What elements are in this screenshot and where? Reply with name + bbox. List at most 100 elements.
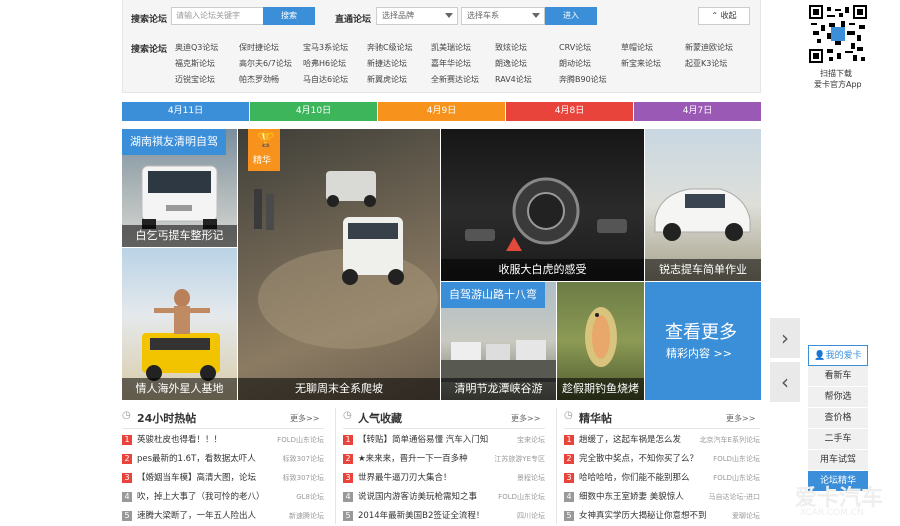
recommend-forum-link[interactable]: 奔腾B90论坛 (559, 72, 607, 87)
list-item-title[interactable]: 【转贴】简单通俗易懂 汽车入门知 (358, 435, 488, 445)
list-item-source[interactable]: 江苏旅游YE专区 (494, 450, 545, 469)
list-item-source[interactable]: GL8论坛 (296, 488, 324, 507)
list-item-title[interactable]: 说说国内游客访美玩枪需知之事 (358, 492, 477, 502)
list-item-title[interactable]: 完全散中奖点，不知你买了么？ (579, 454, 698, 464)
next-arrow-button[interactable]: › (770, 318, 800, 358)
view-more-tile[interactable]: 查看更多 精彩内容 >> (645, 282, 761, 400)
recommend-forum-link[interactable]: 起亚K3论坛 (685, 56, 727, 71)
date-tab[interactable]: 4月10日 (250, 102, 377, 121)
list-item-title[interactable]: 细数中东王室娇妻 美貌惊人 (579, 492, 684, 502)
recommend-forum-link[interactable]: 朗动论坛 (559, 56, 591, 71)
search-input[interactable]: 请输入论坛关键字 (171, 7, 264, 25)
list-item[interactable]: 4 吹，掉上大事了（我可怜的老八） GL8论坛 (122, 488, 324, 507)
list-item[interactable]: 3 哈哈哈哈，你们能不能别那么 FOLD山东论坛 (564, 469, 760, 488)
series-select[interactable]: 选择车系 (461, 7, 545, 25)
list-item-source[interactable]: FOLD山东论坛 (713, 469, 760, 488)
sidebar-item[interactable]: 帮你选 (808, 387, 868, 408)
enter-button[interactable]: 进入 (545, 7, 597, 25)
list-item[interactable]: 5 女神真实学历大揭秘让你意想不到 爱聊论坛 (564, 507, 760, 526)
recommend-forum-link[interactable]: 致炫论坛 (495, 40, 527, 55)
sidebar-item[interactable]: 用车试驾 (808, 450, 868, 471)
date-tab[interactable]: 4月9日 (378, 102, 505, 121)
recommend-forum-link[interactable]: 奥迪Q3论坛 (175, 40, 218, 55)
tile-caption: 清明节龙潭峡谷游 (441, 378, 556, 400)
recommend-forum-link[interactable]: RAV4论坛 (495, 72, 532, 87)
tile-car-console[interactable]: 收服大白虎的感受 (441, 129, 644, 281)
date-tab[interactable]: 4月8日 (506, 102, 633, 121)
list-item[interactable]: 5 速腾大梁断了，一年五人险出人 新速腾论坛 (122, 507, 324, 526)
more-link[interactable]: 更多>> (511, 413, 540, 424)
list-item[interactable]: 3 【婚姻当车模】高清大图，论坛 标致307论坛 (122, 469, 324, 488)
recommend-forum-link[interactable]: 新宝来论坛 (621, 56, 661, 71)
list-item-source[interactable]: 爱聊论坛 (732, 507, 760, 526)
recommend-forum-link[interactable]: 草帽论坛 (621, 40, 653, 55)
sidebar-item[interactable]: 看新车 (808, 366, 868, 387)
brand-select[interactable]: 选择品牌 (376, 7, 458, 25)
recommend-forum-link[interactable]: 迈锐宝论坛 (175, 72, 215, 87)
date-tab[interactable]: 4月11日 (122, 102, 249, 121)
recommend-forum-link[interactable]: 马自达6论坛 (303, 72, 348, 87)
recommend-forum-link[interactable]: 高尔夫6/7论坛 (239, 56, 292, 71)
recommend-forum-link[interactable]: 嘉年华论坛 (431, 56, 471, 71)
list-item-source[interactable]: 四川论坛 (517, 507, 545, 526)
recommend-forum-link[interactable]: CRV论坛 (559, 40, 591, 55)
list-item-source[interactable]: FOLD山东论坛 (498, 488, 545, 507)
sidebar-item[interactable]: 二手车 (808, 429, 868, 450)
recommend-forum-link[interactable]: 新蒙迪欧论坛 (685, 40, 733, 55)
tile-offroad-climb[interactable]: 🏆 精华 无聊周末全系爬坡 (238, 129, 440, 400)
recommend-forum-link[interactable]: 朗逸论坛 (495, 56, 527, 71)
recommend-forum-link[interactable]: 凯美瑞论坛 (431, 40, 471, 55)
recommend-forum-link[interactable]: 全新赛达论坛 (431, 72, 479, 87)
recommend-forum-link[interactable]: 新翼虎论坛 (367, 72, 407, 87)
more-link[interactable]: 更多>> (726, 413, 755, 424)
list-item[interactable]: 1 英骏杜皮也得看！！！ FOLD山东论坛 (122, 431, 324, 450)
list-item-title[interactable]: 趟缓了，这起车祸是怎么发 (579, 435, 681, 445)
list-item-title[interactable]: 女神真实学历大揭秘让你意想不到 (579, 511, 707, 521)
recommend-forum-link[interactable]: 保时捷论坛 (239, 40, 279, 55)
tile-yellow-car[interactable]: 情人海外星人基地 (122, 248, 237, 400)
list-item[interactable]: 2 ★来来来，晋升一下一百多种 江苏旅游YE专区 (343, 450, 545, 469)
list-item[interactable]: 5 2014年最新美国B2签证全流程！ 四川论坛 (343, 507, 545, 526)
recommend-forum-link[interactable]: 哈弗H6论坛 (303, 56, 346, 71)
list-item[interactable]: 2 pes最新的1.6T，看数据太吓人 标致307论坛 (122, 450, 324, 469)
tile-white-sedan[interactable]: 锐志提车简单作业 (645, 129, 761, 281)
list-item-source[interactable]: 宝来论坛 (517, 431, 545, 450)
list-item[interactable]: 4 说说国内游客访美玩枪需知之事 FOLD山东论坛 (343, 488, 545, 507)
list-item-title[interactable]: 世界最牛逼刀刃大集合！ (358, 473, 452, 483)
list-item[interactable]: 4 细数中东王室娇妻 美貌惊人 马自达论坛-进口 (564, 488, 760, 507)
list-item-source[interactable]: FOLD山东论坛 (713, 450, 760, 469)
tile-white-van[interactable]: 湖南祺友清明自驾 白乞丐提车整形记 (122, 129, 237, 247)
list-item-source[interactable]: FOLD山东论坛 (277, 431, 324, 450)
sidebar-item[interactable]: 查价格 (808, 408, 868, 429)
recommend-forum-link[interactable]: 宝马3系论坛 (303, 40, 348, 55)
list-item[interactable]: 3 世界最牛逼刀刃大集合！ 景程论坛 (343, 469, 545, 488)
more-link[interactable]: 更多>> (290, 413, 319, 424)
list-item-title[interactable]: 哈哈哈哈，你们能不能别那么 (579, 473, 690, 483)
list-item-title[interactable]: 速腾大梁断了，一年五人险出人 (137, 511, 256, 521)
list-item-source[interactable]: 景程论坛 (517, 469, 545, 488)
recommend-forum-link[interactable]: 帕杰罗劲畅 (239, 72, 279, 87)
list-item[interactable]: 1 【转贴】简单通俗易懂 汽车入门知 宝来论坛 (343, 431, 545, 450)
list-item[interactable]: 2 完全散中奖点，不知你买了么？ FOLD山东论坛 (564, 450, 760, 469)
list-item-title[interactable]: 吹，掉上大事了（我可怜的老八） (137, 492, 265, 502)
prev-arrow-button[interactable]: ‹ (770, 362, 800, 402)
recommend-forum-link[interactable]: 新捷达论坛 (367, 56, 407, 71)
list-item-source[interactable]: 新速腾论坛 (289, 507, 324, 526)
list-item-source[interactable]: 北京汽车E系列论坛 (700, 431, 760, 450)
collapse-button[interactable]: ⌃ 收起 (698, 7, 750, 25)
list-item-title[interactable]: 英骏杜皮也得看！！！ (137, 435, 222, 445)
list-item-source[interactable]: 马自达论坛-进口 (708, 488, 760, 507)
list-item-title[interactable]: 【婚姻当车模】高清大图，论坛 (137, 473, 256, 483)
list-item-source[interactable]: 标致307论坛 (283, 450, 324, 469)
date-tab[interactable]: 4月7日 (634, 102, 761, 121)
list-item-title[interactable]: ★来来来，晋升一下一百多种 (358, 454, 468, 464)
search-button[interactable]: 搜索 (263, 7, 315, 25)
list-item-source[interactable]: 标致307论坛 (283, 469, 324, 488)
tile-fishing[interactable]: 趁假期钓鱼烧烤 (557, 282, 644, 400)
list-item-title[interactable]: pes最新的1.6T，看数据太吓人 (137, 454, 256, 464)
list-item[interactable]: 1 趟缓了，这起车祸是怎么发 北京汽车E系列论坛 (564, 431, 760, 450)
tile-mountain-road[interactable]: 自驾游山路十八弯 清明节龙潭峡谷游 (441, 282, 556, 400)
recommend-forum-link[interactable]: 奔驰C级论坛 (367, 40, 413, 55)
recommend-forum-link[interactable]: 福克斯论坛 (175, 56, 215, 71)
list-item-title[interactable]: 2014年最新美国B2签证全流程！ (358, 511, 484, 521)
